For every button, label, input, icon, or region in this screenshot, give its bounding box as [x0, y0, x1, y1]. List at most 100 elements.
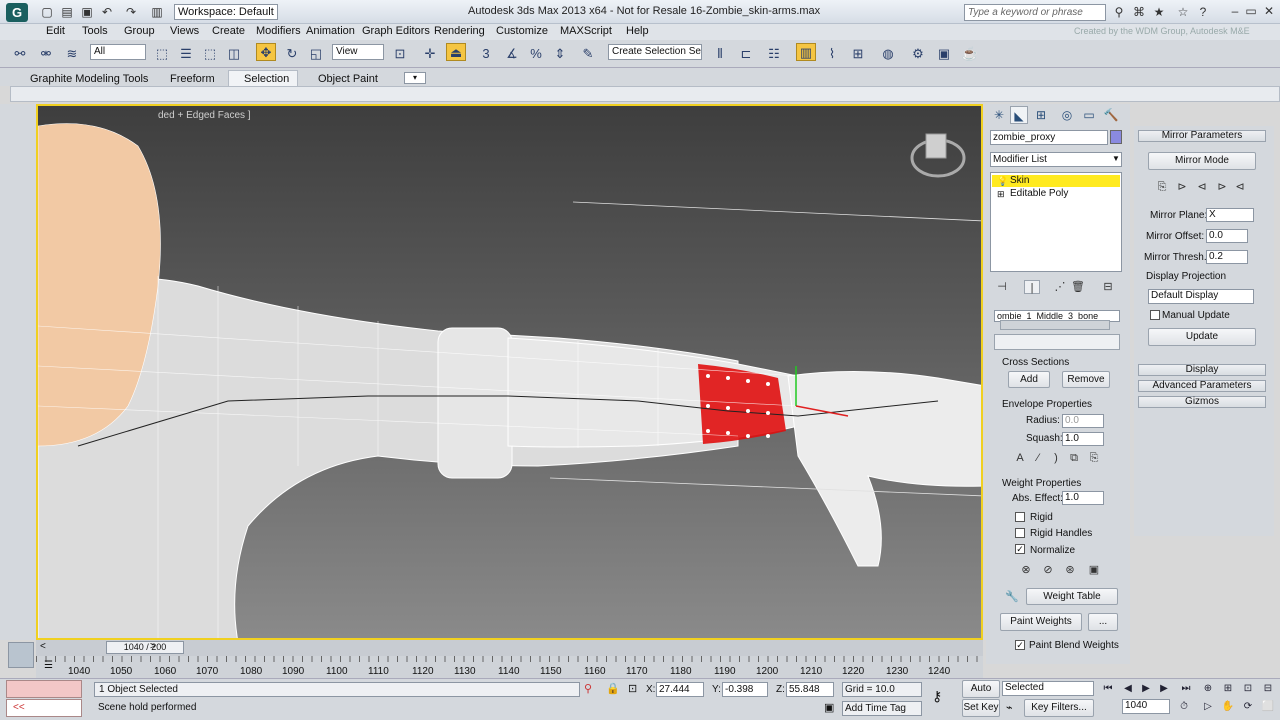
- menu-views[interactable]: Views: [170, 25, 199, 37]
- paint-weights-button[interactable]: Paint Weights: [1000, 613, 1082, 631]
- menu-animation[interactable]: Animation: [306, 25, 355, 37]
- zoom-extents-all-icon[interactable]: ⊟: [1260, 682, 1276, 696]
- graphite-toggle-icon[interactable]: ▥: [796, 43, 816, 61]
- zoom-all-icon[interactable]: ⊞: [1220, 682, 1236, 696]
- scale-icon[interactable]: ◱: [306, 45, 326, 63]
- help-icon[interactable]: ?: [1196, 5, 1210, 19]
- utilities-tab-icon[interactable]: 🔨: [1102, 106, 1120, 124]
- maxscript-mini-listener[interactable]: [6, 680, 82, 698]
- play-icon[interactable]: ▶: [1138, 682, 1154, 696]
- squash-spinner[interactable]: 1.0: [1062, 432, 1104, 446]
- subscription-icon[interactable]: ⌘: [1132, 5, 1146, 19]
- open-file-icon[interactable]: ▤: [60, 5, 74, 19]
- paint-blend-weights-checkbox[interactable]: ✓: [1015, 640, 1025, 650]
- remove-modifier-icon[interactable]: 🗑: [1070, 280, 1086, 294]
- tab-object-paint[interactable]: Object Paint: [318, 73, 378, 85]
- create-tab-icon[interactable]: ✳: [990, 106, 1008, 124]
- zoom-extents-icon[interactable]: ⊡: [1240, 682, 1256, 696]
- select-manipulate-icon[interactable]: ✛: [420, 45, 440, 63]
- set-key-filter-icon[interactable]: ⌁: [1006, 701, 1013, 714]
- binoculars-icon[interactable]: ⚲: [1112, 5, 1126, 19]
- update-button[interactable]: Update: [1148, 328, 1256, 346]
- add-button[interactable]: Add: [1008, 371, 1050, 388]
- angle-snap-icon[interactable]: ∡: [502, 45, 522, 63]
- close-icon[interactable]: ✕: [1258, 2, 1280, 20]
- favorites-icon[interactable]: ☆: [1176, 5, 1190, 19]
- menu-group[interactable]: Group: [124, 25, 155, 37]
- menu-create[interactable]: Create: [212, 25, 245, 37]
- rollout-gizmos[interactable]: Gizmos: [1138, 396, 1266, 408]
- menu-customize[interactable]: Customize: [496, 25, 548, 37]
- app-logo-icon[interactable]: G: [6, 3, 28, 22]
- render-teapot-icon[interactable]: ☕: [960, 45, 980, 63]
- pan-icon[interactable]: ✋: [1220, 700, 1236, 714]
- auto-key-button[interactable]: Auto Key: [962, 680, 1000, 710]
- falloff-icon[interactable]: ): [1048, 451, 1064, 465]
- remove-button[interactable]: Remove: [1062, 371, 1110, 388]
- display-projection-dropdown[interactable]: Default Display: [1148, 289, 1254, 304]
- add-time-tag-button[interactable]: Add Time Tag: [842, 701, 922, 716]
- snap-toggle-icon[interactable]: 3: [476, 45, 496, 63]
- envelope-visibility-icon[interactable]: ⁄: [1030, 451, 1046, 465]
- ribbon-options-icon[interactable]: ▾: [404, 72, 426, 84]
- display-tab-icon[interactable]: ▭: [1080, 106, 1098, 124]
- mirror-offset-spinner[interactable]: 0.0: [1206, 229, 1248, 243]
- schematic-view-icon[interactable]: ⊞: [848, 45, 868, 63]
- save-icon[interactable]: ▣: [80, 5, 94, 19]
- workspace-dropdown[interactable]: Workspace: Default: [174, 4, 278, 20]
- time-tag-icon[interactable]: ▣: [824, 701, 834, 714]
- expand-icon[interactable]: ⊞: [997, 189, 1005, 200]
- new-file-icon[interactable]: ▢: [40, 5, 54, 19]
- perspective-viewport[interactable]: ded + Edged Faces ]: [36, 104, 983, 640]
- stack-item-editable-poly[interactable]: Editable Poly: [992, 188, 1120, 200]
- mirror-parameters-header[interactable]: Mirror Parameters: [1138, 130, 1266, 142]
- tab-graphite-modeling-tools[interactable]: Graphite Modeling Tools: [30, 73, 148, 85]
- curve-editor-icon[interactable]: ⌇: [822, 45, 842, 63]
- go-to-start-icon[interactable]: ⏮: [1100, 682, 1116, 696]
- copy-envelope-icon[interactable]: ⧉: [1066, 451, 1082, 465]
- absolute-relative-icon[interactable]: A: [1012, 451, 1028, 465]
- modifier-list-chevron-down-icon[interactable]: ▼: [1112, 154, 1120, 163]
- rollout-display[interactable]: Display: [1138, 364, 1266, 376]
- key-mode-icon[interactable]: ⚷: [932, 688, 942, 705]
- layer-manager-icon[interactable]: ☷: [764, 45, 784, 63]
- paste-envelope-icon[interactable]: ⎘: [1086, 451, 1102, 465]
- rigid-checkbox[interactable]: [1015, 512, 1025, 522]
- next-frame-icon[interactable]: ▶: [1156, 682, 1172, 696]
- slider-next-icon[interactable]: >: [150, 641, 156, 652]
- tab-freeform[interactable]: Freeform: [170, 73, 215, 85]
- named-selection-dropdown[interactable]: Create Selection Se: [608, 44, 702, 60]
- paste-blue-verts-icon[interactable]: ⊲: [1232, 180, 1248, 194]
- field-of-view-icon[interactable]: ▷: [1200, 700, 1216, 714]
- maxscript-input[interactable]: <<: [6, 699, 82, 717]
- y-coordinate-field[interactable]: -0.398: [722, 682, 768, 697]
- unlink-icon[interactable]: ⚮: [36, 45, 56, 63]
- edit-named-selection-icon[interactable]: ✎: [578, 45, 598, 63]
- modify-tab-icon[interactable]: ◣: [1010, 106, 1028, 124]
- z-coordinate-field[interactable]: 55.848: [786, 682, 834, 697]
- paste-blue-bones-icon[interactable]: ⊲: [1194, 180, 1210, 194]
- maxscript-listener-icon[interactable]: [8, 642, 34, 668]
- paint-options-button[interactable]: ...: [1088, 613, 1118, 631]
- time-config-icon[interactable]: ⏱: [1176, 700, 1192, 714]
- spinner-snap-icon[interactable]: ⇕: [550, 45, 570, 63]
- maximize-viewport-icon[interactable]: ⬜: [1260, 700, 1276, 714]
- selection-filter-dropdown[interactable]: All: [90, 44, 146, 60]
- project-folder-icon[interactable]: ▥: [150, 5, 164, 19]
- keyboard-shortcut-override-icon[interactable]: ⏏: [446, 43, 466, 61]
- mirror-mode-button[interactable]: Mirror Mode: [1148, 152, 1256, 170]
- select-excluded-icon[interactable]: ⊛: [1062, 563, 1078, 577]
- radius-spinner[interactable]: 0.0: [1062, 414, 1104, 428]
- include-verts-icon[interactable]: ⊘: [1040, 563, 1056, 577]
- menu-modifiers[interactable]: Modifiers: [256, 25, 301, 37]
- menu-edit[interactable]: Edit: [46, 25, 65, 37]
- rendered-frame-icon[interactable]: ▣: [934, 45, 954, 63]
- bake-weights-icon[interactable]: ▣: [1086, 563, 1102, 577]
- key-filters-button[interactable]: Key Filters...: [1024, 699, 1094, 717]
- percent-snap-icon[interactable]: %: [526, 45, 546, 63]
- go-to-end-icon[interactable]: ⏭: [1178, 682, 1194, 696]
- set-key-button[interactable]: Set Key: [962, 699, 1000, 717]
- tab-selection[interactable]: Selection: [244, 73, 289, 85]
- modifier-list-dropdown[interactable]: Modifier List: [990, 152, 1122, 167]
- align-icon[interactable]: ⊏: [736, 45, 756, 63]
